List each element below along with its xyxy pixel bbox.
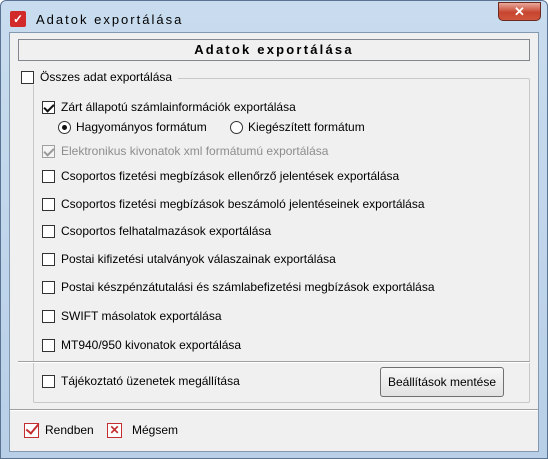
options-divider (18, 361, 530, 363)
group-authorization-label: Csoportos felhatalmazások exportálása (61, 224, 272, 238)
format-extended-label: Kiegészített formátum (248, 120, 365, 134)
postal-payout-checkbox[interactable]: Postai kifizetési utalványok válaszainak… (42, 251, 336, 267)
postal-cash-checkbox-box[interactable] (42, 280, 55, 294)
swift-checkbox-box[interactable] (42, 309, 55, 323)
ok-button-label: Rendben (45, 423, 94, 437)
group-report-checkbox-box[interactable] (42, 197, 55, 211)
closed-state-label: Zárt állapotú számlainformációk exportál… (61, 100, 296, 114)
info-messages-checkbox[interactable]: Tájékoztató üzenetek megállítása (42, 373, 240, 389)
all-data-label: Összes adat exportálása (40, 70, 173, 84)
info-messages-checkbox-box[interactable] (42, 374, 55, 388)
window-title: Adatok exportálása (36, 12, 184, 27)
group-control-checkbox-box[interactable] (42, 169, 55, 183)
postal-payout-checkbox-box[interactable] (42, 252, 55, 266)
postal-payout-label: Postai kifizetési utalványok válaszainak… (61, 252, 336, 266)
group-control-label: Csoportos fizetési megbízások ellenőrző … (61, 169, 400, 183)
swift-checkbox[interactable]: SWIFT másolatok exportálása (42, 308, 222, 324)
all-data-checkbox[interactable]: Összes adat exportálása (17, 69, 179, 85)
check-icon (24, 422, 39, 438)
dialog-header: Adatok exportálása (18, 39, 530, 61)
close-button[interactable]: ✕ (498, 2, 541, 21)
save-settings-button[interactable]: Beállítások mentése (380, 367, 504, 397)
format-extended-radio[interactable]: Kiegészített formátum (230, 119, 365, 135)
group-report-label: Csoportos fizetési megbízások beszámoló … (61, 197, 425, 211)
postal-cash-checkbox[interactable]: Postai készpénzátutalási és számlabefize… (42, 279, 435, 295)
electronic-xml-checkbox: Elektronikus kivonatok xml formátumú exp… (42, 143, 328, 159)
group-control-checkbox[interactable]: Csoportos fizetési megbízások ellenőrző … (42, 168, 399, 184)
cancel-button[interactable]: ✕ Mégsem (107, 420, 178, 440)
cross-icon: ✕ (107, 422, 122, 438)
info-messages-label: Tájékoztató üzenetek megállítása (61, 374, 240, 388)
mt940-label: MT940/950 kivonatok exportálása (61, 338, 242, 352)
group-authorization-checkbox-box[interactable] (42, 224, 55, 238)
cancel-button-label: Mégsem (132, 423, 179, 437)
closed-state-checkbox[interactable]: Zárt állapotú számlainformációk exportál… (42, 99, 296, 115)
postal-cash-label: Postai készpénzátutalási és számlabefize… (61, 280, 435, 294)
group-authorization-checkbox[interactable]: Csoportos felhatalmazások exportálása (42, 223, 271, 239)
swift-label: SWIFT másolatok exportálása (61, 309, 222, 323)
mt940-checkbox[interactable]: MT940/950 kivonatok exportálása (42, 337, 241, 353)
title-bar[interactable]: ✓ Adatok exportálása ✕ (1, 1, 547, 33)
group-report-checkbox[interactable]: Csoportos fizetési megbízások beszámoló … (42, 196, 425, 212)
electronic-xml-label: Elektronikus kivonatok xml formátumú exp… (61, 144, 329, 158)
all-data-checkbox-box[interactable] (21, 70, 34, 84)
dialog-client-area: Adatok exportálása Összes adat exportálá… (9, 32, 539, 452)
closed-state-checkbox-box[interactable] (42, 100, 55, 114)
format-extended-radio-dot[interactable] (230, 120, 243, 134)
electronic-xml-checkbox-box (42, 144, 55, 158)
format-standard-radio[interactable]: Hagyományos formátum (58, 119, 207, 135)
footer-divider (10, 409, 538, 411)
format-standard-radio-dot[interactable] (58, 120, 71, 134)
format-standard-label: Hagyományos formátum (76, 120, 207, 134)
ok-button[interactable]: Rendben (24, 420, 94, 440)
dialog-window: ✓ Adatok exportálása ✕ Adatok exportálás… (0, 0, 548, 459)
form-icon: ✓ (10, 11, 26, 27)
mt940-checkbox-box[interactable] (42, 338, 55, 352)
